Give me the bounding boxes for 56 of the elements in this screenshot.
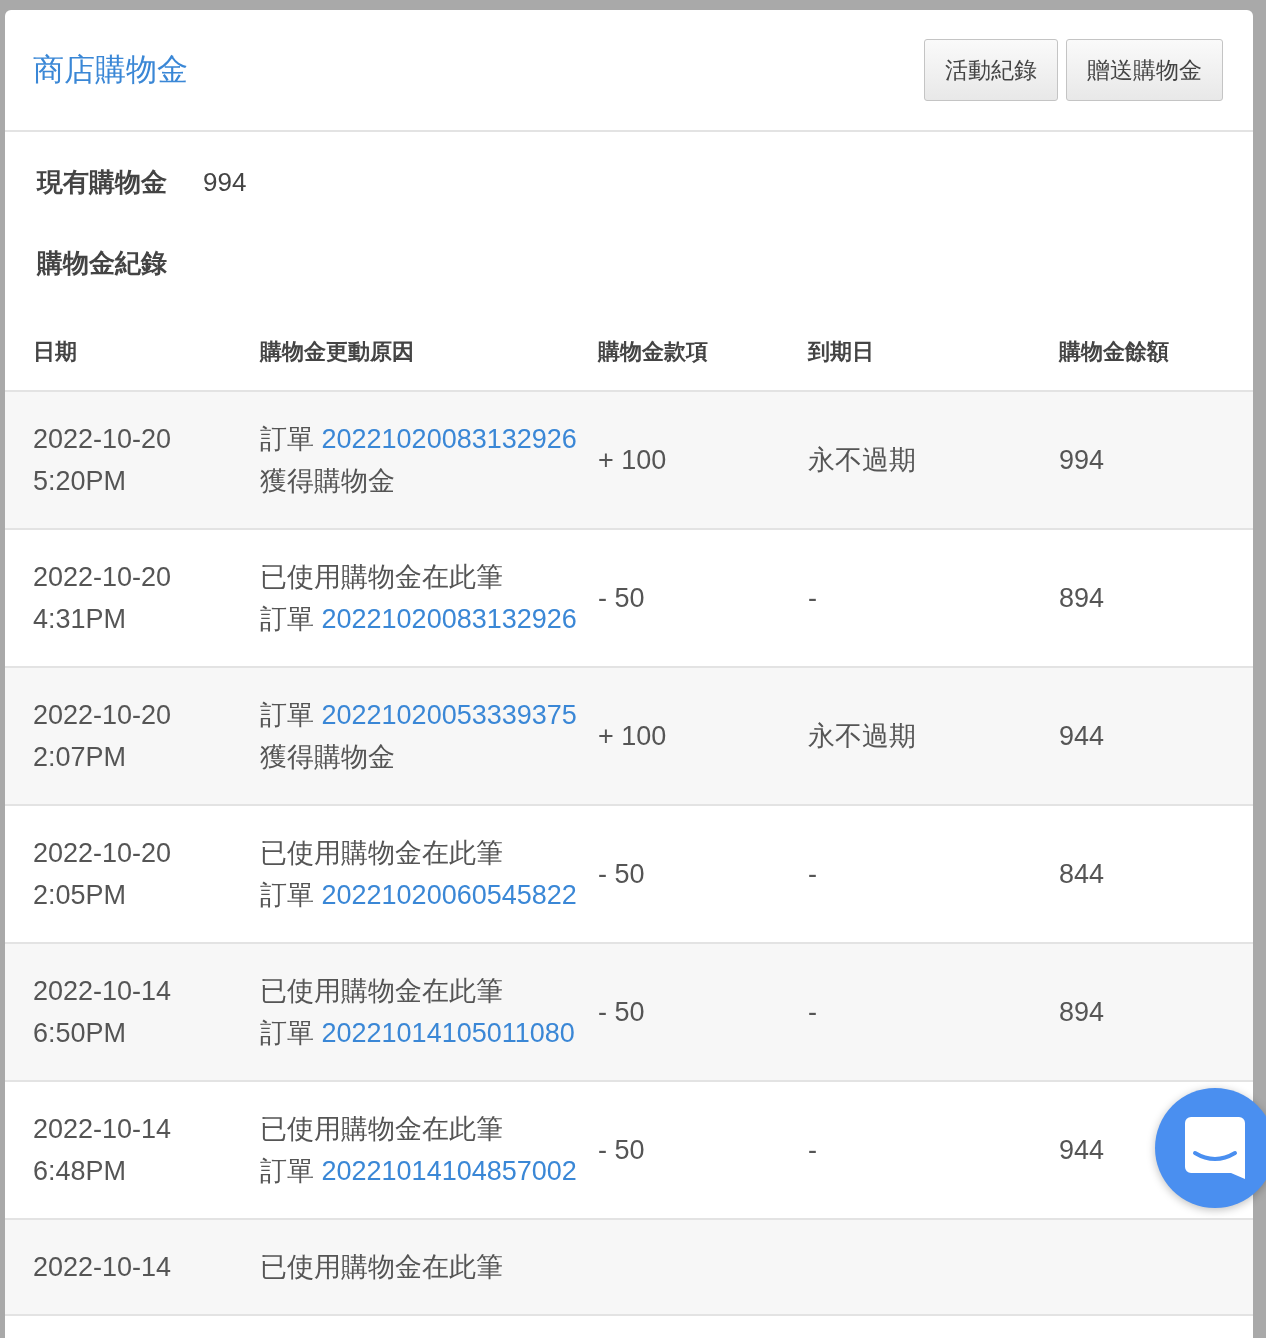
time-text: 2:05PM	[33, 879, 127, 912]
date-text: 2022-10-14	[33, 1113, 172, 1146]
column-header: 日期	[33, 338, 77, 364]
header-button[interactable]: 贈送購物金	[1066, 39, 1223, 101]
order-link[interactable]: 20221020083132926	[321, 604, 577, 634]
date-text: 2022-10-14	[33, 1251, 172, 1284]
expiry-text: 永不過期	[808, 721, 916, 751]
section-title: 購物金紀錄	[37, 248, 167, 278]
date-text: 2022-10-20	[33, 423, 172, 456]
reason-text: 已使用購物金在此筆 訂單 20221020083132926	[260, 561, 578, 636]
reason-text: 已使用購物金在此筆 訂單 20221020060545822	[260, 837, 578, 912]
column-header: 購物金款項	[598, 338, 708, 364]
time-text: 6:50PM	[33, 1017, 127, 1050]
column-header: 購物金更動原因	[260, 338, 414, 364]
column-header: 購物金餘額	[1059, 338, 1169, 364]
order-link[interactable]: 20221014105011080	[321, 1018, 575, 1048]
date-text: 2022-10-20	[33, 561, 172, 594]
time-text: 6:48PM	[33, 1155, 127, 1188]
expiry-text: -	[808, 583, 817, 613]
balance-text: 944	[1059, 1135, 1105, 1165]
chat-icon	[1185, 1117, 1245, 1179]
amount-text: - 50	[598, 583, 645, 613]
time-text: 4:31PM	[33, 603, 127, 636]
reason-text: 已使用購物金在此筆 訂單 20221014104857002	[260, 1113, 578, 1188]
balance-value: 994	[203, 165, 247, 199]
reason-text: 訂單 20221020053339375 獲得購物金	[260, 699, 578, 774]
expiry-text: -	[808, 997, 817, 1027]
order-link[interactable]: 20221020053339375	[321, 700, 577, 730]
balance-text: 944	[1059, 721, 1105, 751]
header-button[interactable]: 活動紀錄	[924, 39, 1058, 101]
expiry-text: -	[808, 859, 817, 889]
balance-text: 994	[1059, 445, 1105, 475]
order-link[interactable]: 20221020083132926	[321, 424, 577, 454]
balance-text: 894	[1059, 997, 1105, 1027]
amount-text: - 50	[598, 997, 645, 1027]
amount-text: - 50	[598, 859, 645, 889]
order-link[interactable]: 20221020060545822	[321, 880, 577, 910]
balance-text: 844	[1059, 859, 1105, 889]
amount-text: + 100	[598, 445, 667, 475]
time-text: 5:20PM	[33, 465, 127, 498]
balance-label: 現有購物金	[37, 165, 167, 199]
date-text: 2022-10-20	[33, 699, 172, 732]
expiry-text: -	[808, 1135, 817, 1165]
column-header: 到期日	[808, 338, 874, 364]
balance-text: 894	[1059, 583, 1105, 613]
date-text: 2022-10-20	[33, 837, 172, 870]
order-link[interactable]: 20221014104857002	[321, 1156, 577, 1186]
date-text: 2022-10-14	[33, 975, 172, 1008]
amount-text: - 50	[598, 1135, 645, 1165]
reason-text: 已使用購物金在此筆	[260, 1251, 504, 1284]
amount-text: + 100	[598, 721, 667, 751]
time-text: 2:07PM	[33, 741, 127, 774]
reason-text: 訂單 20221020083132926 獲得購物金	[260, 423, 578, 498]
expiry-text: 永不過期	[808, 445, 916, 475]
reason-text: 已使用購物金在此筆 訂單 20221014105011080	[260, 975, 576, 1050]
page-title: 商店購物金	[33, 50, 188, 89]
